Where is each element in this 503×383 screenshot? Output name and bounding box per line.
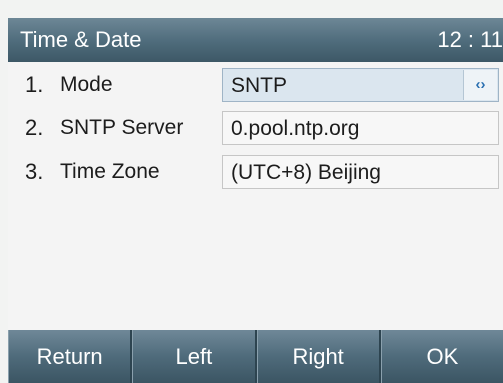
sntp-server-value: 0.pool.ntp.org [231, 117, 360, 140]
settings-list: 1. Mode SNTP ‹› 2. SNTP Server 0.pool.nt… [8, 62, 503, 330]
setting-row-mode[interactable]: 1. Mode SNTP ‹› [8, 64, 503, 106]
sntp-server-field[interactable]: 0.pool.ntp.org [222, 111, 499, 145]
phone-screen: Time & Date 12 : 11 1. Mode SNTP ‹› 2. S… [0, 0, 503, 383]
row-label: Time Zone [60, 160, 160, 183]
ok-softkey[interactable]: OK [380, 330, 503, 383]
row-label: SNTP Server [60, 116, 184, 139]
clock: 12 : 11 [437, 27, 503, 52]
screen-title: Time & Date [20, 27, 142, 52]
right-softkey[interactable]: Right [256, 330, 381, 383]
left-right-arrows-icon[interactable]: ‹› [463, 70, 497, 100]
title-bar: Time & Date 12 : 11 [8, 18, 503, 62]
setting-row-time-zone[interactable]: 3. Time Zone (UTC+8) Beijing [8, 151, 503, 193]
setting-row-sntp-server[interactable]: 2. SNTP Server 0.pool.ntp.org [8, 107, 503, 149]
mode-value: SNTP [231, 74, 288, 97]
time-zone-value: (UTC+8) Beijing [231, 161, 381, 184]
row-index: 1. [25, 72, 44, 97]
left-softkey[interactable]: Left [132, 330, 257, 383]
row-index: 3. [25, 159, 44, 184]
row-index: 2. [25, 115, 44, 140]
softkey-bar: Return Left Right OK [8, 330, 503, 383]
mode-select[interactable]: SNTP ‹› [222, 68, 499, 102]
row-label: Mode [60, 73, 113, 96]
return-softkey[interactable]: Return [8, 330, 133, 383]
time-zone-field[interactable]: (UTC+8) Beijing [222, 155, 499, 189]
